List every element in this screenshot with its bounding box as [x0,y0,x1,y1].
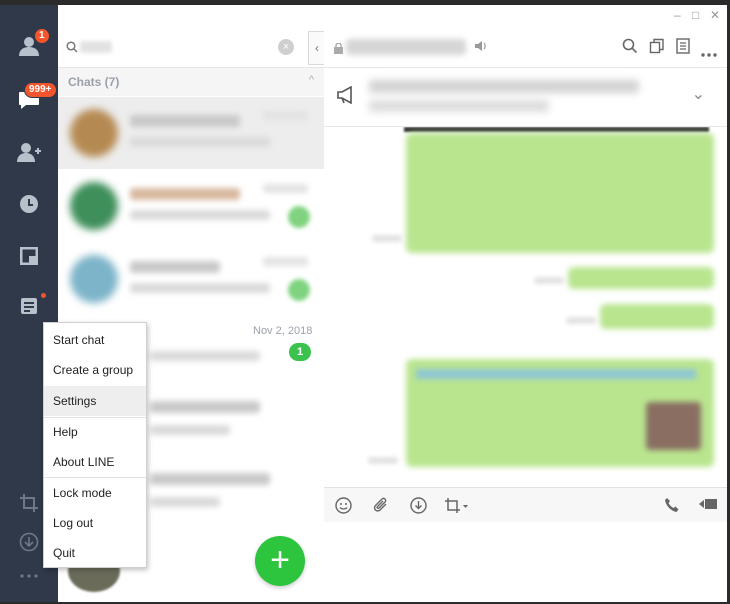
chat-title-redacted [346,39,466,55]
menu-item-settings[interactable]: Settings [44,386,146,416]
unread-badge-redacted [288,279,310,301]
search-query-redacted[interactable] [80,41,112,53]
chats-badge: 999+ [24,82,57,98]
lock-icon [334,41,343,59]
message-time-redacted [368,457,398,464]
collapse-panel-button[interactable]: ‹ [308,31,325,65]
notes-alert-dot [41,293,46,298]
message-text-redacted [404,127,709,132]
chats-icon[interactable]: 999+ [14,82,57,115]
announcement-text-redacted [369,80,639,93]
unread-badge-redacted [288,206,310,228]
chat-date-redacted [263,257,308,266]
video-call-icon[interactable] [698,497,718,516]
download-icon[interactable] [14,527,44,557]
close-button[interactable]: ✕ [710,8,720,22]
call-icon[interactable] [664,497,680,518]
chat-name-redacted [130,115,240,127]
menu-item-about[interactable]: About LINE [44,447,146,477]
more-icon[interactable] [14,561,44,591]
keep-save-icon[interactable] [410,497,427,519]
chevron-down-icon[interactable]: ⌄ [692,84,705,104]
menu-item-quit[interactable]: Quit [44,538,146,568]
message-input[interactable] [324,522,727,602]
unread-count-badge: 1 [289,343,311,361]
notes-icon[interactable] [676,38,690,59]
chats-section-label: Chats (7) [68,75,120,89]
more-icon[interactable] [701,44,717,62]
avatar [70,109,118,157]
screenshot-icon[interactable] [14,488,44,518]
chevron-up-icon: ^ [308,74,314,86]
chat-preview-redacted [150,425,230,435]
menu-item-log-out[interactable]: Log out [44,508,146,538]
chat-preview-redacted [150,351,260,361]
message-toolbar [324,487,727,523]
chat-preview-redacted [130,210,270,220]
context-menu: Start chat Create a group Settings Help … [43,322,147,568]
message-bubble-redacted[interactable] [406,133,714,253]
chat-preview-redacted [130,283,270,293]
search-icon[interactable] [622,38,638,59]
friends-badge: 1 [34,28,50,44]
megaphone-icon [336,85,356,109]
message-time-redacted [566,317,596,324]
list-item[interactable] [58,243,324,315]
menu-item-lock-mode[interactable]: Lock mode [44,478,146,508]
chat-name-redacted [130,188,240,200]
new-chat-button[interactable]: + [255,536,305,586]
menu-item-help[interactable]: Help [44,417,146,447]
clear-search-button[interactable]: × [278,39,294,55]
menu-item-start-chat[interactable]: Start chat [44,325,146,355]
chat-name-redacted [150,401,260,413]
chat-room: – □ ✕ ⌄ [324,5,727,602]
friends-icon[interactable]: 1 [14,28,50,61]
notes-icon[interactable] [14,291,46,321]
chats-section-header[interactable]: Chats (7) ^ [58,68,324,96]
chat-header [324,27,727,68]
timeline-icon[interactable] [14,189,44,219]
search-icon [66,40,78,58]
add-friend-icon[interactable] [14,137,44,167]
chat-date-redacted [263,184,308,193]
chat-preview-redacted [130,137,270,147]
crop-icon[interactable] [444,497,470,519]
announcement-bar[interactable]: ⌄ [324,68,727,127]
chat-name-redacted [150,473,270,485]
copy-icon[interactable] [649,38,665,59]
message-time-redacted [534,277,564,284]
message-area[interactable] [324,127,727,487]
message-bubble-redacted[interactable] [600,304,714,329]
avatar [70,255,118,303]
speaker-icon [474,39,488,58]
maximize-button[interactable]: □ [692,8,699,22]
message-time-redacted [372,235,402,242]
list-item[interactable] [58,97,324,169]
chat-date-redacted [263,111,308,120]
attach-icon[interactable] [372,497,389,519]
chat-date: Nov 2, 2018 [253,325,313,337]
message-bubble-redacted[interactable] [568,267,714,289]
link-text-redacted [416,369,696,379]
list-item[interactable] [58,170,324,242]
window-controls: – □ ✕ [324,5,727,27]
minimize-button[interactable]: – [674,8,681,22]
emoji-icon[interactable] [335,497,352,519]
keep-icon[interactable] [14,241,44,271]
announcement-text-redacted [369,100,549,112]
menu-item-create-group[interactable]: Create a group [44,355,146,385]
chat-name-redacted [130,261,220,273]
line-app-window: 1 999+ × ‹ Chats (7) ^ Nov 2, 2018 1 + –… [0,0,730,604]
chat-search-bar[interactable]: × ‹ [58,27,325,68]
link-thumbnail-redacted [646,402,701,450]
avatar [70,182,118,230]
chat-preview-redacted [150,497,220,507]
